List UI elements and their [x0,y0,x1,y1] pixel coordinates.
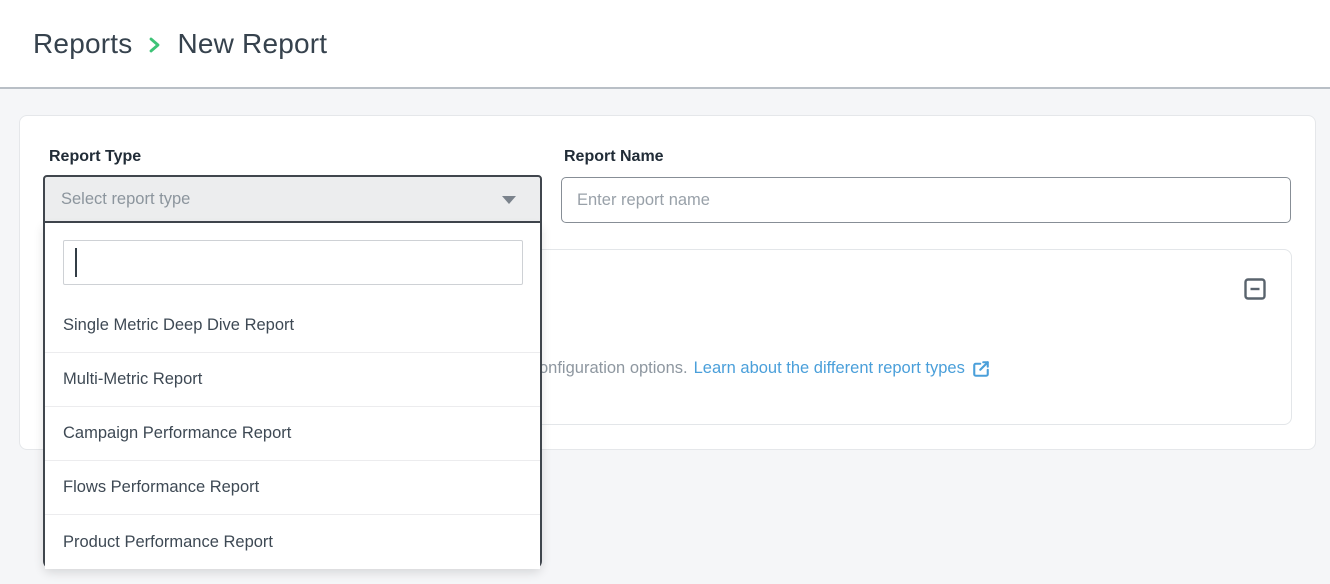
breadcrumb-reports-link[interactable]: Reports [33,28,132,60]
report-type-label: Report Type [49,148,141,166]
report-name-input[interactable] [561,177,1291,223]
option-single-metric-deep-dive[interactable]: Single Metric Deep Dive Report [45,299,540,353]
external-link-icon [972,360,990,378]
option-product-performance[interactable]: Product Performance Report [45,515,540,569]
info-text-row: onfiguration options. Learn about the di… [539,355,990,381]
collapse-panel-button[interactable] [1244,279,1266,301]
report-name-label: Report Name [564,148,664,166]
option-flows-performance[interactable]: Flows Performance Report [45,461,540,515]
new-report-card: Report Type Report Name onfiguration opt… [19,115,1316,450]
report-type-option-list: Single Metric Deep Dive Report Multi-Met… [45,299,540,569]
select-placeholder-text: Select report type [61,190,190,209]
report-type-search-input[interactable] [63,240,523,285]
option-multi-metric[interactable]: Multi-Metric Report [45,353,540,407]
info-text-fragment: onfiguration options. [539,359,688,378]
chevron-right-icon [148,35,161,55]
report-type-dropdown: Single Metric Deep Dive Report Multi-Met… [43,223,542,569]
learn-report-types-link[interactable]: Learn about the different report types [694,359,990,378]
breadcrumb-current-page: New Report [177,28,327,60]
learn-link-label: Learn about the different report types [694,359,965,378]
minus-square-icon [1244,278,1266,303]
report-type-select[interactable]: Select report type [43,175,542,223]
caret-down-icon [502,196,516,204]
page-header: Reports New Report [0,0,1330,89]
breadcrumb: Reports New Report [33,0,327,87]
option-campaign-performance[interactable]: Campaign Performance Report [45,407,540,461]
